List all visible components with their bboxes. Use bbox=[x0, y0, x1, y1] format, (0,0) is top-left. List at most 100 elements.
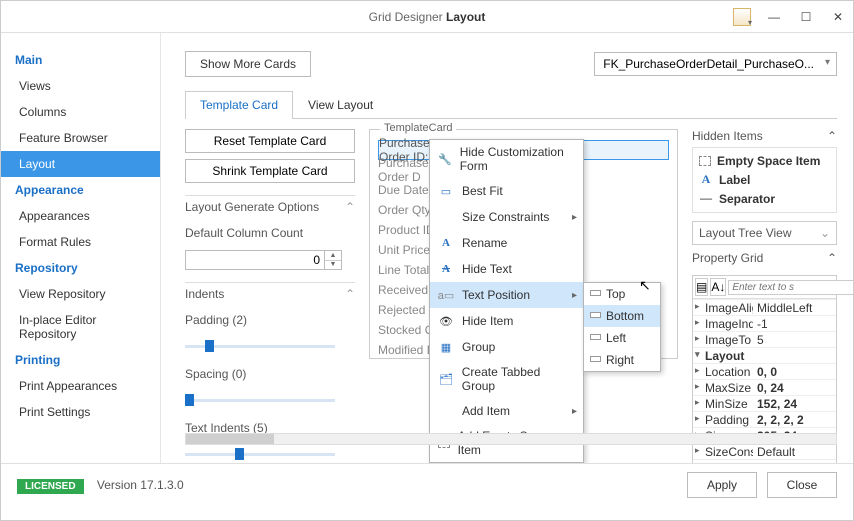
close-dialog-button[interactable]: Close bbox=[767, 472, 837, 498]
property-name: Spacing bbox=[693, 461, 753, 464]
spacing-slider[interactable] bbox=[185, 393, 335, 407]
horizontal-scrollbar[interactable] bbox=[185, 433, 837, 445]
menu-hide-text[interactable]: AHide Text bbox=[430, 256, 583, 282]
spin-up[interactable]: ▲ bbox=[325, 251, 341, 261]
tab-view-layout[interactable]: View Layout bbox=[293, 91, 388, 118]
pg-categorize-button[interactable]: ▤ bbox=[695, 278, 708, 296]
title-prefix: Grid Designer bbox=[369, 10, 446, 24]
spacing-label: Spacing (0) bbox=[185, 367, 355, 381]
separator-icon: — bbox=[699, 191, 713, 206]
property-value: -1 bbox=[753, 317, 836, 331]
menu-label: Rename bbox=[462, 236, 507, 250]
reset-template-button[interactable]: Reset Template Card bbox=[185, 129, 355, 153]
layout-tree-label: Layout Tree View bbox=[699, 226, 792, 240]
menu-add-item[interactable]: Add Item bbox=[430, 398, 583, 424]
hidden-item-label: Empty Space Item bbox=[717, 154, 820, 168]
window-title: Grid Designer Layout bbox=[369, 10, 486, 24]
apply-button[interactable]: Apply bbox=[687, 472, 757, 498]
hidden-item-label: Separator bbox=[719, 192, 775, 206]
footer: LICENSED Version 17.1.3.0 Apply Close bbox=[1, 463, 853, 505]
nav-columns[interactable]: Columns bbox=[1, 99, 160, 125]
hidden-empty-space[interactable]: Empty Space Item bbox=[697, 152, 832, 170]
maximize-button[interactable]: ☐ bbox=[797, 8, 815, 26]
nav-views[interactable]: Views bbox=[1, 73, 160, 99]
menu-best-fit[interactable]: ▭Best Fit bbox=[430, 178, 583, 204]
menu-text-position[interactable]: a▭Text Position Top Bottom Left Right bbox=[430, 282, 583, 308]
context-menu: 🔧Hide Customization Form ▭Best Fit Size … bbox=[429, 139, 584, 463]
menu-label: Group bbox=[462, 340, 495, 354]
binding-combo-text: FK_PurchaseOrderDetail_PurchaseO... bbox=[603, 57, 814, 71]
menu-size-constraints[interactable]: Size Constraints bbox=[430, 204, 583, 230]
nav-layout[interactable]: Layout bbox=[1, 151, 160, 177]
property-value: 0, 0 bbox=[753, 365, 836, 379]
menu-group[interactable]: ▦Group bbox=[430, 334, 583, 360]
nav-format-rules[interactable]: Format Rules bbox=[1, 229, 160, 255]
nav-inplace-editor[interactable]: In-place Editor Repository bbox=[1, 307, 160, 347]
property-name: ImageInd bbox=[693, 317, 753, 331]
default-col-stepper[interactable]: ▲▼ bbox=[185, 250, 355, 270]
nav-appearances[interactable]: Appearances bbox=[1, 203, 160, 229]
property-row[interactable]: MinSize152, 24 bbox=[693, 395, 836, 411]
property-row[interactable]: MaxSize0, 24 bbox=[693, 379, 836, 395]
submenu-bottom[interactable]: Bottom bbox=[584, 305, 660, 327]
property-grid-label: Property Grid bbox=[692, 251, 763, 265]
menu-label: Hide Customization Form bbox=[460, 145, 575, 173]
nav-print-settings[interactable]: Print Settings bbox=[1, 399, 160, 425]
property-row[interactable]: SizeConsDefault bbox=[693, 443, 836, 459]
property-name: Location bbox=[693, 365, 753, 379]
menu-create-tabbed[interactable]: 🗂Create Tabbed Group bbox=[430, 360, 583, 398]
property-value: MiddleLeft bbox=[753, 301, 836, 315]
property-row[interactable]: Padding2, 2, 2, 2 bbox=[693, 411, 836, 427]
chevron-up-icon[interactable]: ⌃ bbox=[827, 129, 837, 143]
nav-feature-browser[interactable]: Feature Browser bbox=[1, 125, 160, 151]
minimize-button[interactable]: — bbox=[765, 8, 783, 26]
license-badge: LICENSED bbox=[17, 479, 84, 494]
close-button[interactable]: ✕ bbox=[829, 8, 847, 26]
hidden-separator[interactable]: — Separator bbox=[697, 189, 832, 208]
nav-print-appearances[interactable]: Print Appearances bbox=[1, 373, 160, 399]
hidden-items-head: Hidden Items⌃ bbox=[692, 129, 837, 147]
menu-label: Hide Item bbox=[462, 314, 513, 328]
tab-template-card[interactable]: Template Card bbox=[185, 91, 293, 119]
chevron-up-icon[interactable]: ⌃ bbox=[827, 251, 837, 265]
pg-search-input[interactable] bbox=[728, 280, 853, 295]
layout-tree-button[interactable]: Layout Tree View⌄ bbox=[692, 221, 837, 245]
menu-hide-custom-form[interactable]: 🔧Hide Customization Form bbox=[430, 140, 583, 178]
generate-options-head[interactable]: Layout Generate Options⌃ bbox=[185, 195, 355, 218]
options-column: Reset Template Card Shrink Template Card… bbox=[185, 129, 355, 429]
menu-label: Add Item bbox=[462, 404, 510, 418]
shrink-template-button[interactable]: Shrink Template Card bbox=[185, 159, 355, 183]
property-value: 2, 2, 2, 2 bbox=[753, 413, 836, 427]
property-name: MaxSize bbox=[693, 381, 753, 395]
property-row[interactable]: Location0, 0 bbox=[693, 363, 836, 379]
show-more-cards-button[interactable]: Show More Cards bbox=[185, 51, 311, 77]
grid-options-icon[interactable]: ▾ bbox=[733, 8, 751, 26]
submenu-right[interactable]: Right bbox=[584, 349, 660, 371]
submenu-left[interactable]: Left bbox=[584, 327, 660, 349]
hidden-label[interactable]: ALabel bbox=[697, 170, 832, 189]
spin-down[interactable]: ▼ bbox=[325, 261, 341, 270]
property-value: 0, 24 bbox=[753, 381, 836, 395]
property-row[interactable]: Layout bbox=[693, 347, 836, 363]
title-section: Layout bbox=[446, 10, 485, 24]
property-value: Default bbox=[753, 445, 836, 459]
default-col-input[interactable] bbox=[185, 250, 325, 270]
text-indents-slider[interactable] bbox=[185, 447, 335, 461]
section-main: Main bbox=[1, 47, 160, 73]
property-name: Padding bbox=[693, 413, 753, 427]
menu-rename[interactable]: ARename bbox=[430, 230, 583, 256]
menu-hide-item[interactable]: 👁Hide Item bbox=[430, 308, 583, 334]
tabbed-icon: 🗂 bbox=[438, 371, 454, 387]
property-row[interactable]: ImageAligMiddleLeft bbox=[693, 299, 836, 315]
property-row[interactable]: ImageInd-1 bbox=[693, 315, 836, 331]
property-value: 152, 24 bbox=[753, 397, 836, 411]
submenu-top[interactable]: Top bbox=[584, 283, 660, 305]
indents-head[interactable]: Indents⌃ bbox=[185, 282, 355, 305]
property-row[interactable]: ImageTo5 bbox=[693, 331, 836, 347]
chevron-up-icon: ⌃ bbox=[345, 200, 355, 214]
padding-label: Padding (2) bbox=[185, 313, 355, 327]
padding-slider[interactable] bbox=[185, 339, 335, 353]
binding-combo[interactable]: FK_PurchaseOrderDetail_PurchaseO... bbox=[594, 52, 837, 76]
nav-view-repository[interactable]: View Repository bbox=[1, 281, 160, 307]
pg-sort-button[interactable]: A↓ bbox=[710, 278, 726, 296]
